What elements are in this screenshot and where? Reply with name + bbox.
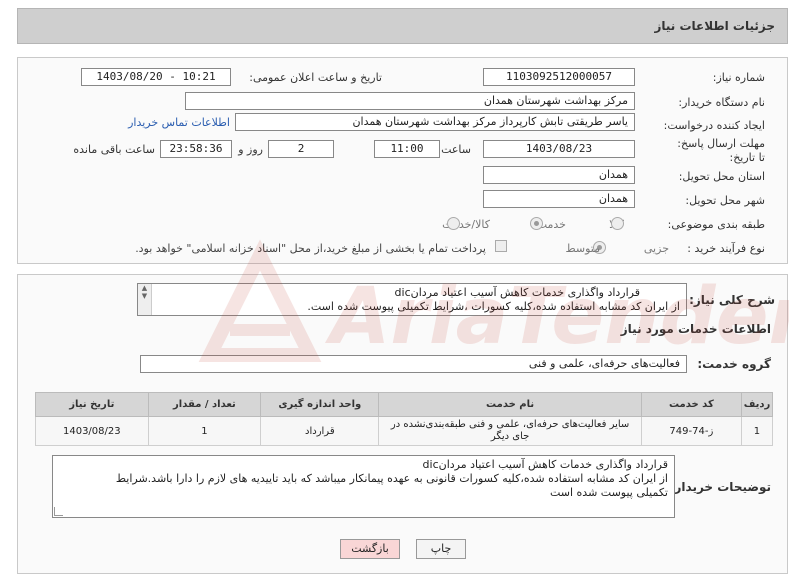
days-field: 2	[268, 140, 334, 158]
buyer-notes-line-3: تکمیلی پیوست شده است	[549, 486, 668, 499]
details-panel	[17, 57, 788, 264]
summary-scrollbar[interactable]: ▲ ▼	[138, 284, 152, 315]
buyer-org-label: نام دستگاه خریدار:	[678, 96, 765, 109]
category-option-service-radio[interactable]	[530, 217, 543, 230]
deadline-date-field: 1403/08/23	[483, 140, 635, 158]
deadline-label: مهلت ارسال پاسخ: تا تاریخ:	[677, 137, 765, 164]
deadline-time-field: 11:00	[374, 140, 440, 158]
deadline-time-label: ساعت	[441, 143, 471, 156]
creator-field: یاسر طریقتی تابش کارپرداز مرکز بهداشت شه…	[235, 113, 635, 131]
resize-handle-icon[interactable]	[54, 507, 63, 516]
buyer-notes-textarea: قرارداد واگذاری خدمات کاهش آسیب اعتیاد م…	[52, 455, 675, 518]
remaining-time-field: 23:58:36	[160, 140, 232, 158]
category-option-goods-radio[interactable]	[611, 217, 624, 230]
province-label: استان محل تحویل:	[678, 170, 765, 183]
category-option-both-radio[interactable]	[447, 217, 460, 230]
city-label: شهر محل تحویل:	[685, 194, 765, 207]
table-row: 1 ز-74-749 سایر فعالیت‌های حرفه‌ای، علمی…	[35, 416, 774, 446]
remaining-label: ساعت باقی مانده	[73, 143, 155, 156]
cell-qty: 1	[147, 416, 262, 446]
buyer-org-field: مرکز بهداشت شهرستان همدان	[185, 92, 635, 110]
col-row-index: ردیف	[740, 392, 774, 417]
col-need-date: تاریخ نیاز	[35, 392, 149, 417]
treasury-checkbox[interactable]	[495, 240, 507, 252]
services-table: ردیف کد خدمت نام خدمت واحد اندازه گیری ت…	[35, 392, 774, 446]
scroll-up-icon[interactable]: ▲	[138, 284, 151, 292]
cell-date: 1403/08/23	[35, 416, 149, 446]
category-label: طبقه بندی موضوعی:	[667, 218, 765, 231]
buyer-notes-line-1: قرارداد واگذاری خدمات کاهش آسیب اعتیاد م…	[422, 458, 668, 471]
city-field: همدان	[483, 190, 635, 208]
province-field: همدان	[483, 166, 635, 184]
summary-line-2: از ایران کد مشابه استفاده شده،کلیه کسورا…	[307, 300, 680, 313]
col-service-name: نام خدمت	[378, 392, 642, 417]
need-number-field: 1103092512000057	[483, 68, 635, 86]
col-unit: واحد اندازه گیری	[260, 392, 380, 417]
buyer-contact-link[interactable]: اطلاعات تماس خریدار	[128, 116, 230, 129]
cell-index: 1	[740, 416, 774, 446]
days-label: روز و	[238, 143, 263, 156]
page-title: جزئیات اطلاعات نیاز	[654, 19, 775, 33]
col-service-code: کد خدمت	[640, 392, 742, 417]
buyer-notes-label: توضیحات خریدار:	[669, 480, 771, 494]
summary-line-1: قرارداد واگذاری خدمات کاهش آسیب اعتیاد م…	[394, 286, 640, 299]
process-option-medium-label: متوسط	[565, 242, 600, 255]
creator-label: ایجاد کننده درخواست:	[663, 119, 765, 132]
buyer-notes-line-2: از ایران کد مشابه استفاده شده،کلیه کسورا…	[115, 472, 668, 485]
cell-code: ز-74-749	[640, 416, 742, 446]
print-button[interactable]: چاپ	[416, 539, 466, 559]
need-number-label: شماره نیاز:	[712, 71, 765, 84]
services-section-title: اطلاعات خدمات مورد نیاز	[620, 322, 771, 336]
summary-label: شرح کلی نیاز:	[689, 293, 775, 307]
col-quantity: تعداد / مقدار	[147, 392, 262, 417]
scroll-down-icon[interactable]: ▼	[138, 292, 151, 300]
announce-label: تاریخ و ساعت اعلان عمومی:	[249, 71, 382, 84]
announce-datetime-field: 1403/08/20 - 10:21	[81, 68, 231, 86]
service-group-field: فعالیت‌های حرفه‌ای، علمی و فنی	[140, 355, 687, 373]
page-header: جزئیات اطلاعات نیاز	[17, 8, 788, 44]
process-label: نوع فرآیند خرید :	[687, 242, 765, 255]
summary-textarea: قرارداد واگذاری خدمات کاهش آسیب اعتیاد م…	[137, 283, 687, 316]
cell-name: سایر فعالیت‌های حرفه‌ای، علمی و فنی طبقه…	[378, 416, 642, 446]
service-group-label: گروه خدمت:	[697, 357, 771, 371]
back-button[interactable]: بازگشت	[340, 539, 400, 559]
cell-unit: قرارداد	[260, 416, 380, 446]
treasury-note: پرداخت تمام یا بخشی از مبلغ خرید،از محل …	[135, 242, 486, 255]
process-option-minor-label: جزیی	[643, 242, 669, 255]
services-table-header: ردیف کد خدمت نام خدمت واحد اندازه گیری ت…	[35, 392, 774, 417]
